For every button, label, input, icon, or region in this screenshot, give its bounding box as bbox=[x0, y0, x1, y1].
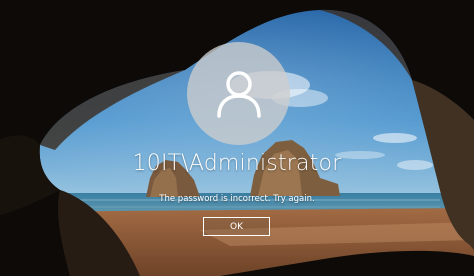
user-icon bbox=[216, 70, 261, 118]
user-avatar bbox=[187, 42, 290, 145]
error-message: The password is incorrect. Try again. bbox=[159, 194, 315, 204]
ok-button[interactable]: OK bbox=[203, 217, 270, 236]
username-label: 10IT\Administrator bbox=[132, 151, 342, 176]
lock-screen: 10IT\Administrator The password is incor… bbox=[0, 0, 474, 276]
